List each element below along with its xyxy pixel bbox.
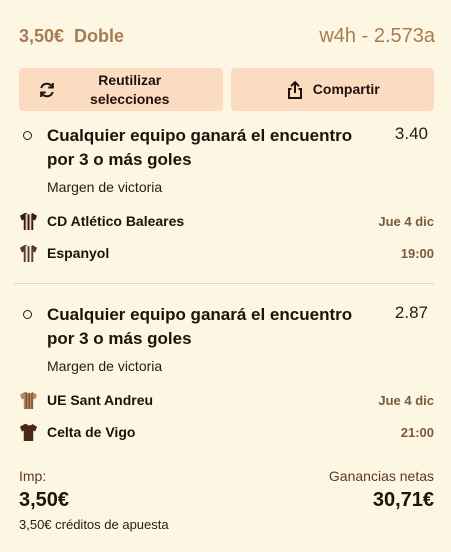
match-date: Jue 4 dic [378,392,434,408]
share-label: Compartir [312,81,380,97]
bet-leg[interactable]: Cualquier equipo ganará el encuentro por… [19,303,434,448]
action-bar: Reutilizar selecciones Compartir [19,68,434,111]
stake-amount: 3,50€ [19,25,65,46]
bet-type: Doble [74,25,125,46]
bet-code: w4h - 2.573a [319,24,435,47]
selection-odds: 3.40 [394,124,428,143]
match-time: 19:00 [400,245,434,261]
striped-yellow-red-shirt-icon [19,391,38,409]
net-winnings-label: Ganancias netas [328,468,434,484]
reuse-selections-button[interactable]: Reutilizar selecciones [19,68,223,111]
stake-label: Imp: [19,468,47,484]
share-button[interactable]: Compartir [230,68,434,111]
home-team-name: UE Sant Andreu [47,392,154,408]
market-name: Margen de victoria [47,179,163,195]
home-team-row: CD Atlético Baleares Jue 4 dic [19,211,434,231]
bet-slip-card: 3,50€ Doble w4h - 2.573a Reutilizar selec… [0,0,451,552]
bet-leg[interactable]: Cualquier equipo ganará el encuentro por… [19,124,434,269]
away-team-name: Espanyol [47,245,110,261]
net-winnings-value: 30,71€ [372,489,434,511]
striped-blue-white-shirt-icon [19,244,38,262]
match-time: 21:00 [400,424,434,440]
away-team-name: Celta de Vigo [47,424,136,440]
plain-blue-shirt-icon [19,423,38,441]
leg-divider [14,283,434,284]
share-icon [287,80,302,99]
selection-radio[interactable] [23,310,32,319]
match-date: Jue 4 dic [378,213,434,229]
bet-credits-text: 3,50€ créditos de apuesta [19,517,169,532]
market-name: Margen de victoria [47,358,163,374]
away-team-row: Espanyol 19:00 [19,243,434,263]
home-team-row: UE Sant Andreu Jue 4 dic [19,390,434,410]
striped-red-black-shirt-icon [19,212,38,230]
home-team-name: CD Atlético Baleares [47,213,185,229]
refresh-icon [40,82,54,98]
away-team-row: Celta de Vigo 21:00 [19,422,434,442]
stake-value: 3,50€ [19,489,70,511]
reuse-selections-label: Reutilizar selecciones [90,71,170,107]
stake-summary: 3,50€ Doble [19,26,124,47]
selection-text: Cualquier equipo ganará el encuentro por… [47,305,353,348]
bet-header: 3,50€ Doble w4h - 2.573a [19,24,435,48]
selection-text: Cualquier equipo ganará el encuentro por… [47,126,353,169]
selection-radio[interactable] [23,131,32,140]
selection-odds: 2.87 [394,303,428,322]
